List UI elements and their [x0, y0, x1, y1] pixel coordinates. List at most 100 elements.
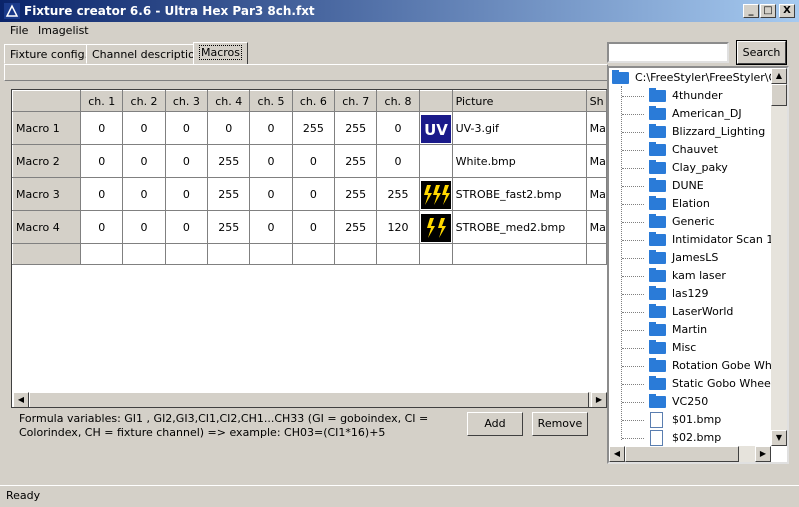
- row-header[interactable]: Macro 2: [12, 144, 82, 178]
- picture-cell[interactable]: [418, 210, 453, 244]
- cell[interactable]: Ma: [585, 177, 607, 211]
- table-row[interactable]: Macro 4 0 0 0 255 0 0 255 120 STROBE_med…: [12, 210, 607, 244]
- cell[interactable]: 0: [249, 177, 293, 211]
- cell[interactable]: 0: [249, 210, 293, 244]
- cell[interactable]: [80, 243, 124, 265]
- menu-imagelist[interactable]: Imagelist: [34, 22, 93, 40]
- tree-folder-item[interactable]: Intimidator Scan 100: [609, 231, 787, 249]
- add-button[interactable]: Add: [467, 412, 523, 436]
- picture-cell[interactable]: [418, 177, 453, 211]
- cell[interactable]: 0: [249, 111, 293, 145]
- cell[interactable]: [164, 243, 209, 265]
- cell[interactable]: [451, 243, 587, 265]
- table-row[interactable]: Macro 3 0 0 0 255 0 0 255 255 STROBE_fas…: [12, 177, 607, 211]
- column-header[interactable]: ch. 6: [291, 90, 336, 112]
- scroll-thumb[interactable]: [29, 392, 589, 407]
- tree-folder-item[interactable]: Generic: [609, 213, 771, 231]
- cell[interactable]: [122, 243, 166, 265]
- column-header[interactable]: ch. 7: [334, 90, 378, 112]
- cell[interactable]: 0: [80, 111, 124, 145]
- cell[interactable]: Ma: [585, 111, 607, 145]
- tree-folder-item[interactable]: VC250: [609, 393, 771, 411]
- cell[interactable]: 0: [80, 210, 124, 244]
- cell[interactable]: [334, 243, 378, 265]
- menu-file[interactable]: File: [6, 22, 32, 40]
- cell[interactable]: Ma: [585, 210, 607, 244]
- close-button[interactable]: X: [779, 4, 795, 18]
- cell[interactable]: [376, 243, 420, 265]
- scroll-thumb[interactable]: [771, 84, 787, 106]
- picture-cell[interactable]: [418, 144, 453, 178]
- column-header[interactable]: ch. 1: [80, 90, 124, 112]
- cell[interactable]: 255: [334, 177, 378, 211]
- tab-macros[interactable]: Macros: [193, 42, 249, 64]
- cell[interactable]: 255: [207, 177, 251, 211]
- cell[interactable]: 0: [164, 111, 209, 145]
- picture-cell[interactable]: UV: [418, 111, 453, 145]
- cell[interactable]: 0: [207, 111, 251, 145]
- tree-folder-item[interactable]: American_DJ: [609, 105, 771, 123]
- cell[interactable]: 0: [376, 111, 420, 145]
- column-header[interactable]: ch. 3: [164, 90, 209, 112]
- tree-folder-item[interactable]: JamesLS: [609, 249, 771, 267]
- tree-root[interactable]: C:\FreeStyler\FreeStyler\Gobo: [609, 69, 787, 87]
- cell[interactable]: 0: [291, 144, 336, 178]
- scroll-right-icon[interactable]: ▶: [755, 446, 771, 462]
- tree-file-item[interactable]: $01.bmp: [609, 411, 771, 429]
- column-header[interactable]: Sh: [585, 90, 607, 112]
- tree-folder-item[interactable]: DUNE: [609, 177, 771, 195]
- tree-folder-item[interactable]: Misc: [609, 339, 771, 357]
- search-input[interactable]: [607, 42, 729, 63]
- gobo-folder-tree[interactable]: C:\FreeStyler\FreeStyler\Gobo 4thunder Am…: [607, 66, 789, 464]
- cell[interactable]: 255: [207, 144, 251, 178]
- cell[interactable]: 0: [164, 210, 209, 244]
- tree-horizontal-scrollbar[interactable]: ◀ ▶: [609, 446, 771, 462]
- cell[interactable]: 0: [80, 177, 124, 211]
- picture-filename[interactable]: UV-3.gif: [451, 111, 587, 145]
- cell[interactable]: [207, 243, 251, 265]
- cell[interactable]: 0: [80, 144, 124, 178]
- minimize-button[interactable]: _: [743, 4, 759, 18]
- cell[interactable]: 255: [207, 210, 251, 244]
- cell[interactable]: [418, 243, 453, 265]
- cell[interactable]: 255: [291, 111, 336, 145]
- cell[interactable]: 120: [376, 210, 420, 244]
- tree-folder-item[interactable]: Martin: [609, 321, 771, 339]
- tree-folder-item[interactable]: LaserWorld: [609, 303, 771, 321]
- cell[interactable]: 255: [334, 210, 378, 244]
- cell[interactable]: 255: [334, 144, 378, 178]
- tree-folder-item[interactable]: las129: [609, 285, 771, 303]
- tree-folder-item[interactable]: Clay_paky: [609, 159, 771, 177]
- cell[interactable]: 0: [291, 210, 336, 244]
- row-header[interactable]: Macro 1: [12, 111, 82, 145]
- scroll-up-icon[interactable]: ▲: [771, 68, 787, 84]
- tab-channel-description[interactable]: Channel description: [86, 44, 208, 64]
- cell[interactable]: [291, 243, 336, 265]
- cell[interactable]: 0: [122, 177, 166, 211]
- scroll-down-icon[interactable]: ▼: [771, 430, 787, 446]
- column-header[interactable]: ch. 5: [249, 90, 293, 112]
- table-row[interactable]: Macro 2 0 0 0 255 0 0 255 0 White.bmp Ma: [12, 144, 607, 178]
- picture-filename[interactable]: STROBE_med2.bmp: [451, 210, 587, 244]
- grid-horizontal-scrollbar[interactable]: ◀ ▶: [13, 392, 607, 407]
- cell[interactable]: 255: [334, 111, 378, 145]
- table-row-empty[interactable]: [12, 243, 607, 265]
- maximize-button[interactable]: □: [760, 4, 776, 18]
- tree-vertical-scrollbar[interactable]: ▲ ▼: [771, 68, 787, 446]
- scroll-right-icon[interactable]: ▶: [591, 392, 607, 407]
- tree-folder-item[interactable]: Rotation Gobe Wheel: [609, 357, 787, 375]
- title-bar[interactable]: Fixture creator 6.6 - Ultra Hex Par3 8ch…: [0, 0, 799, 22]
- picture-filename[interactable]: White.bmp: [451, 144, 587, 178]
- cell[interactable]: 0: [122, 111, 166, 145]
- search-button[interactable]: Search: [736, 40, 787, 65]
- macro-grid[interactable]: ch. 1 ch. 2 ch. 3 ch. 4 ch. 5 ch. 6 ch. …: [11, 89, 608, 408]
- tree-folder-item[interactable]: Blizzard_Lighting: [609, 123, 771, 141]
- tab-fixture-config[interactable]: Fixture config.: [4, 44, 95, 64]
- cell[interactable]: 0: [291, 177, 336, 211]
- row-header[interactable]: Macro 3: [12, 177, 82, 211]
- tree-folder-item[interactable]: kam laser: [609, 267, 771, 285]
- cell[interactable]: 0: [249, 144, 293, 178]
- column-header[interactable]: ch. 4: [207, 90, 251, 112]
- scroll-thumb[interactable]: [625, 446, 739, 462]
- tree-file-item[interactable]: $02.bmp: [609, 429, 771, 447]
